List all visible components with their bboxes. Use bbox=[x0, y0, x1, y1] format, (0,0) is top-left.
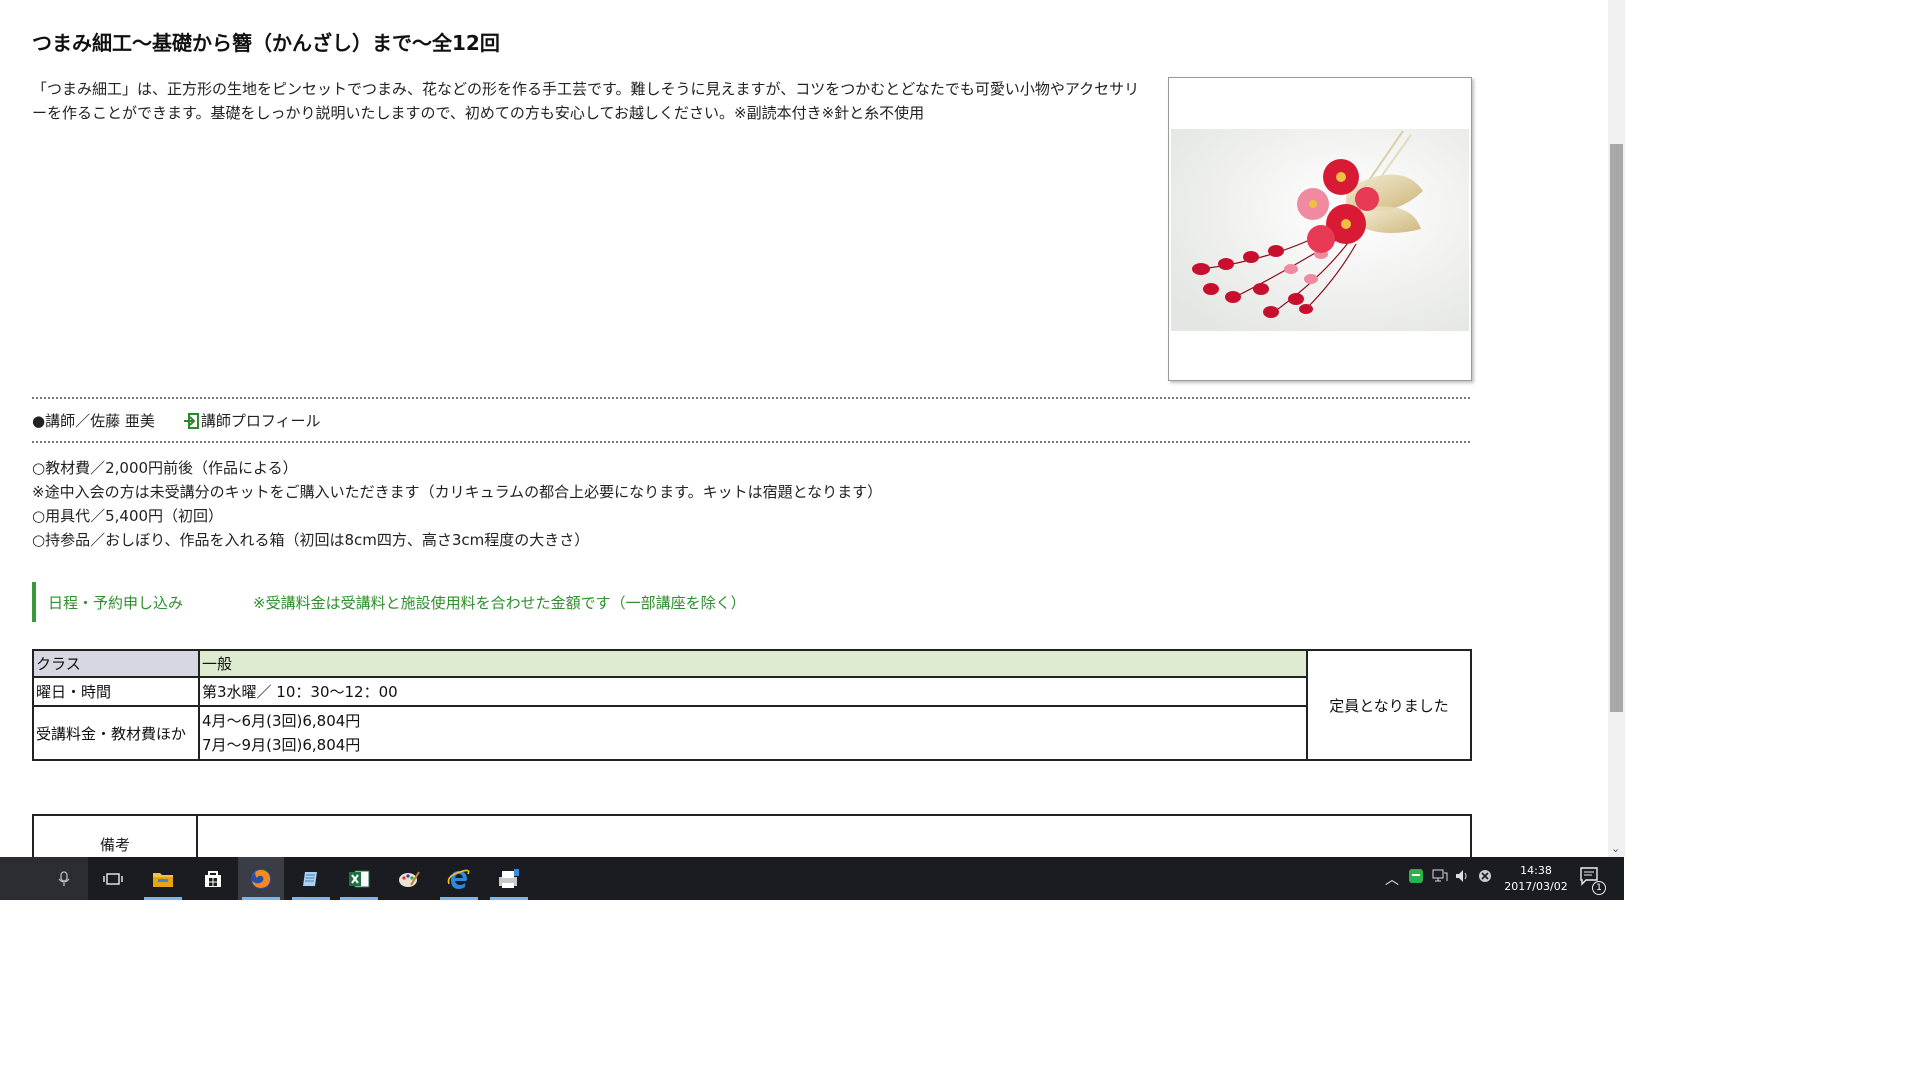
volume-icon[interactable] bbox=[1455, 869, 1471, 887]
store-icon bbox=[205, 870, 221, 887]
printer-icon bbox=[499, 868, 519, 888]
schedule-table: クラス 一般 定員となりました 曜日・時間 第3水曜／ 10：30〜12：00 … bbox=[32, 649, 1472, 761]
fee-values: 4月〜6月(3回)6,804円 7月〜9月(3回)6,804円 bbox=[198, 705, 1308, 761]
note-midterm-join: ※途中入会の方は未受講分のキットをご購入いただきます（カリキュラムの都合上必要に… bbox=[32, 483, 883, 501]
kanzashi-photo bbox=[1171, 129, 1469, 331]
course-description: 「つまみ細工」は、正方形の生地をピンセットでつまみ、花などの形を作る手工芸です。… bbox=[32, 80, 1140, 122]
clock-time: 14:38 bbox=[1520, 864, 1552, 877]
internet-explorer-icon bbox=[447, 869, 470, 889]
vertical-scrollbar[interactable]: ⌄ bbox=[1608, 0, 1625, 857]
enrollment-status: 定員となりました bbox=[1306, 649, 1472, 761]
task-view-icon bbox=[103, 872, 123, 885]
system-clock[interactable]: 14:38 2017/03/02 bbox=[1503, 863, 1569, 895]
profile-link-label[interactable]: 講師プロフィール bbox=[201, 410, 321, 431]
instructor-profile-link[interactable]: 講師プロフィール bbox=[183, 410, 321, 431]
note-material-fee: ○教材費／2,000円前後（作品による） bbox=[32, 459, 298, 477]
scrollbar-thumb[interactable] bbox=[1610, 144, 1623, 712]
course-notes: ○教材費／2,000円前後（作品による） ※途中入会の方は未受講分のキットをご購… bbox=[32, 456, 882, 552]
divider bbox=[32, 441, 1470, 443]
microphone-icon bbox=[58, 870, 70, 886]
remarks-table: 備考 bbox=[32, 814, 1472, 857]
notepad-icon bbox=[303, 871, 317, 886]
time-label: 曜日・時間 bbox=[32, 676, 200, 707]
scroll-down-arrow-icon[interactable]: ⌄ bbox=[1611, 842, 1620, 855]
instructor-row: ●講師／佐藤 亜美 講師プロフィール bbox=[32, 410, 321, 431]
divider bbox=[32, 397, 1470, 399]
course-photo bbox=[1168, 77, 1472, 381]
table-row: 曜日・時間 第3水曜／ 10：30〜12：00 bbox=[32, 676, 1471, 707]
line-app-tray-icon[interactable] bbox=[1408, 868, 1424, 888]
instructor-name: ●講師／佐藤 亜美 bbox=[32, 412, 155, 430]
windows-taskbar: ︿ 14:38 2017/03/02 1 bbox=[0, 857, 1624, 900]
clock-date: 2017/03/02 bbox=[1504, 880, 1568, 893]
time-value: 第3水曜／ 10：30〜12：00 bbox=[198, 676, 1308, 707]
note-tool-fee: ○用具代／5,400円（初回） bbox=[32, 507, 224, 525]
page-title: つまみ細工〜基礎から簪（かんざし）まで〜全12回 bbox=[32, 31, 500, 55]
enter-arrow-icon bbox=[183, 412, 199, 429]
fee-label: 受講料金・教材費ほか bbox=[32, 705, 200, 761]
fee-note: ※受講料金は受講料と施設使用料を合わせた金額です（一部講座を除く） bbox=[253, 593, 746, 612]
class-value: 一般 bbox=[198, 649, 1308, 678]
file-explorer-icon bbox=[153, 872, 173, 887]
browser-viewport: つまみ細工〜基礎から簪（かんざし）まで〜全12回 「つまみ細工」は、正方形の生地… bbox=[0, 0, 1608, 857]
internet-explorer-button[interactable] bbox=[436, 857, 482, 900]
paint-icon bbox=[399, 870, 420, 887]
schedule-title: 日程・予約申し込み bbox=[48, 593, 184, 612]
network-icon[interactable] bbox=[1432, 869, 1448, 887]
note-items-to-bring: ○持参品／おしぼり、作品を入れる箱（初回は8cm四方、高さ3cm程度の大きさ） bbox=[32, 531, 590, 549]
excel-icon bbox=[349, 870, 370, 887]
class-label: クラス bbox=[32, 649, 200, 678]
notepad-button[interactable] bbox=[288, 857, 334, 900]
firefox-button[interactable] bbox=[238, 857, 284, 900]
remarks-label: 備考 bbox=[34, 816, 198, 857]
store-button[interactable] bbox=[190, 857, 236, 900]
printer-button[interactable] bbox=[486, 857, 532, 900]
fee-line: 4月〜6月(3回)6,804円 bbox=[202, 712, 361, 730]
excel-button[interactable] bbox=[336, 857, 382, 900]
table-row: 受講料金・教材費ほか 4月〜6月(3回)6,804円 7月〜9月(3回)6,80… bbox=[32, 705, 1471, 761]
fee-line: 7月〜9月(3回)6,804円 bbox=[202, 736, 361, 754]
search-box[interactable] bbox=[0, 857, 88, 900]
paint-button[interactable] bbox=[386, 857, 432, 900]
disconnected-icon[interactable] bbox=[1478, 869, 1492, 887]
file-explorer-button[interactable] bbox=[140, 857, 186, 900]
firefox-icon bbox=[251, 868, 271, 889]
notification-count-badge: 1 bbox=[1592, 881, 1606, 895]
table-row: クラス 一般 定員となりました bbox=[32, 649, 1472, 761]
show-hidden-icons-chevron-icon[interactable]: ︿ bbox=[1385, 869, 1399, 889]
schedule-heading: 日程・予約申し込み ※受講料金は受講料と施設使用料を合わせた金額です（一部講座を… bbox=[32, 582, 936, 622]
task-view-button[interactable] bbox=[90, 857, 136, 900]
